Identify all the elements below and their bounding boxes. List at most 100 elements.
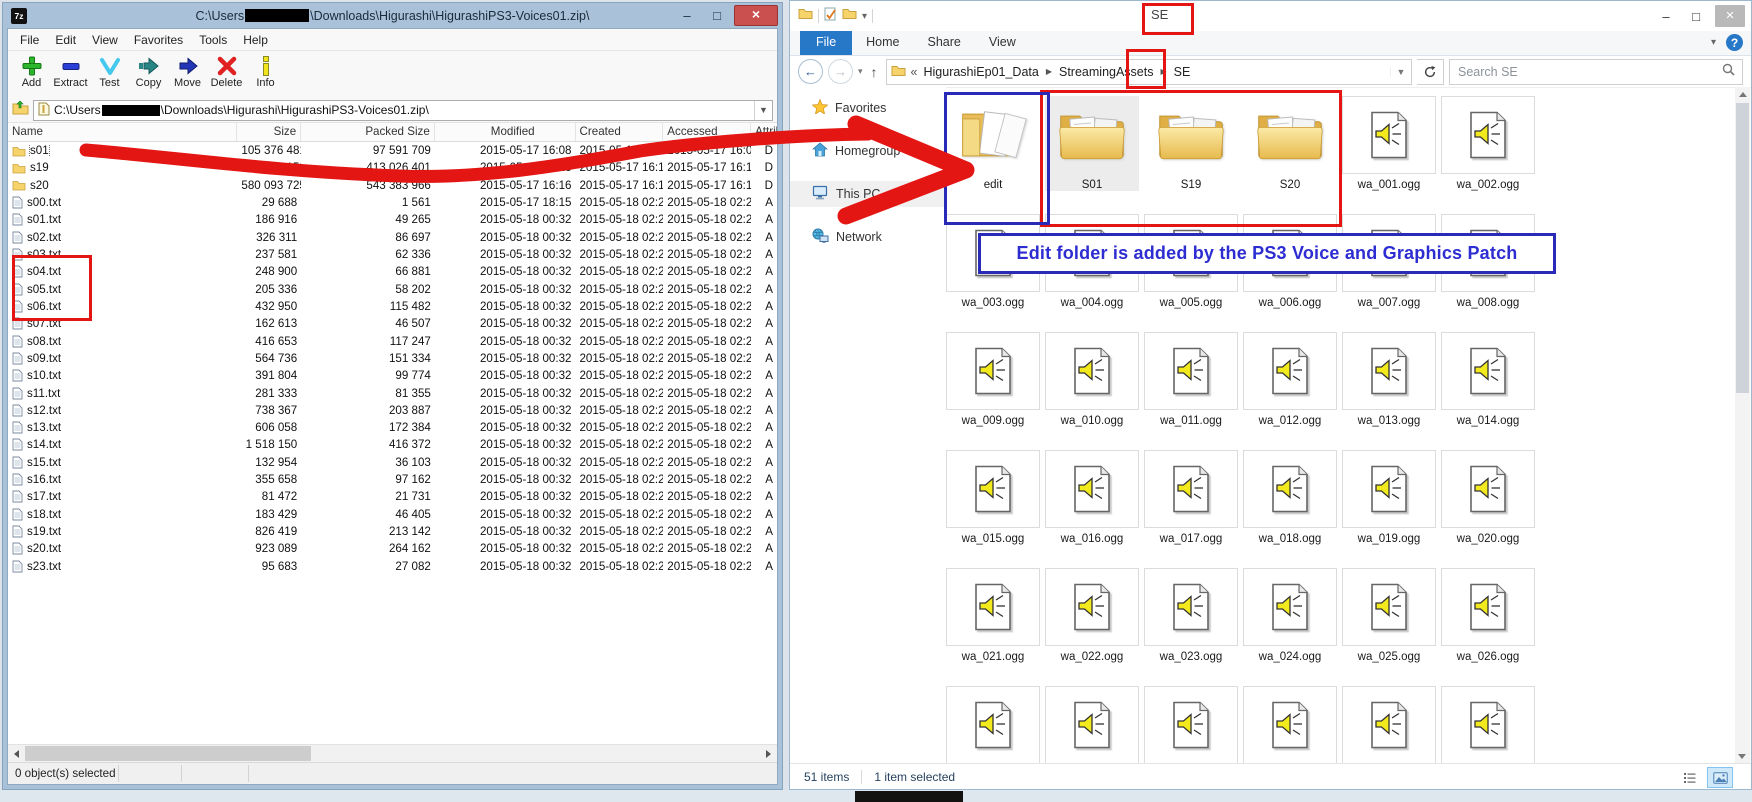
file-tile-wa_018.ogg[interactable]: wa_018.ogg xyxy=(1243,450,1337,545)
address-dropdown-icon[interactable]: ▼ xyxy=(1390,67,1411,77)
file-tile-wa_009.ogg[interactable]: wa_009.ogg xyxy=(946,332,1040,427)
tab-view[interactable]: View xyxy=(975,31,1030,55)
address-dropdown-icon[interactable]: ▼ xyxy=(754,101,772,120)
breadcrumb-higurashiep01-data[interactable]: HigurashiEp01_Data xyxy=(923,65,1038,79)
7zip-address-combobox[interactable]: C:\Users\Downloads\Higurashi\HigurashiPS… xyxy=(33,100,773,121)
archive-row-s19[interactable]: s19418 283 150413 026 4012015-05-17 16:1… xyxy=(8,159,777,176)
archive-row-s08.txt[interactable]: s08.txt416 653117 2472015-05-18 00:32201… xyxy=(8,332,777,349)
file-tile-wa_002.ogg[interactable]: wa_002.ogg xyxy=(1441,96,1535,191)
file-tile-wa_011.ogg[interactable]: wa_011.ogg xyxy=(1144,332,1238,427)
archive-row-s10.txt[interactable]: s10.txt391 80499 7742015-05-18 00:322015… xyxy=(8,367,777,384)
forward-button[interactable]: → xyxy=(828,59,853,84)
menu-help[interactable]: Help xyxy=(235,31,276,49)
file-tile-wa_019.ogg[interactable]: wa_019.ogg xyxy=(1342,450,1436,545)
archive-row-s01.txt[interactable]: s01.txt186 91649 2652015-05-18 00:322015… xyxy=(8,211,777,228)
scrollbar-thumb[interactable] xyxy=(1736,103,1749,393)
explorer-vertical-scrollbar[interactable] xyxy=(1735,87,1750,764)
new-folder-icon[interactable] xyxy=(842,7,857,25)
archive-row-s19.txt[interactable]: s19.txt826 419213 1422015-05-18 00:32201… xyxy=(8,523,777,540)
file-tile-wa_001.ogg[interactable]: wa_001.ogg xyxy=(1342,96,1436,191)
7zip-minimize-button[interactable]: – xyxy=(674,7,700,25)
tab-share[interactable]: Share xyxy=(914,31,975,55)
chevron-down-icon[interactable]: ▾ xyxy=(862,11,867,22)
sidebar-item-homegroup[interactable]: Homegroup xyxy=(790,138,946,164)
scroll-right-icon[interactable] xyxy=(760,745,777,762)
7zip-close-button[interactable]: × xyxy=(734,5,778,26)
archive-row-s02.txt[interactable]: s02.txt326 31186 6972015-05-18 00:322015… xyxy=(8,229,777,246)
archive-row-s16.txt[interactable]: s16.txt355 65897 1622015-05-18 00:322015… xyxy=(8,471,777,488)
folder-tile-S19[interactable]: S19 xyxy=(1144,96,1238,191)
tab-home[interactable]: Home xyxy=(852,31,913,55)
thumbnail-view-button[interactable] xyxy=(1707,767,1733,788)
file-tile[interactable] xyxy=(1342,686,1436,764)
file-tile-wa_016.ogg[interactable]: wa_016.ogg xyxy=(1045,450,1139,545)
column-header-name[interactable]: Name xyxy=(8,123,237,141)
sidebar-item-favorites[interactable]: Favorites xyxy=(790,95,946,121)
archive-row-s06.txt[interactable]: s06.txt432 950115 4822015-05-18 00:32201… xyxy=(8,298,777,315)
refresh-button[interactable] xyxy=(1417,59,1444,85)
scroll-left-icon[interactable] xyxy=(8,745,25,762)
details-view-button[interactable] xyxy=(1677,767,1703,788)
folder-tile-S20[interactable]: S20 xyxy=(1243,96,1337,191)
properties-icon[interactable] xyxy=(824,7,837,26)
move-button[interactable]: Move xyxy=(168,53,207,89)
scrollbar-thumb[interactable] xyxy=(25,746,311,761)
column-header-size[interactable]: Size xyxy=(237,123,301,141)
menu-file[interactable]: File xyxy=(12,31,47,49)
explorer-maximize-button[interactable]: □ xyxy=(1685,9,1707,24)
file-tile-wa_017.ogg[interactable]: wa_017.ogg xyxy=(1144,450,1238,545)
column-header-packed-size[interactable]: Packed Size xyxy=(301,123,435,141)
breadcrumb-se[interactable]: SE xyxy=(1174,65,1191,79)
archive-row-s17.txt[interactable]: s17.txt81 47221 7312015-05-18 00:322015-… xyxy=(8,488,777,505)
file-tile-wa_013.ogg[interactable]: wa_013.ogg xyxy=(1342,332,1436,427)
file-tile-wa_021.ogg[interactable]: wa_021.ogg xyxy=(946,568,1040,663)
file-tile-wa_023.ogg[interactable]: wa_023.ogg xyxy=(1144,568,1238,663)
file-tile-wa_022.ogg[interactable]: wa_022.ogg xyxy=(1045,568,1139,663)
help-icon[interactable]: ? xyxy=(1726,34,1743,51)
archive-row-s20.txt[interactable]: s20.txt923 089264 1622015-05-18 00:32201… xyxy=(8,540,777,557)
extract-button[interactable]: Extract xyxy=(51,53,90,89)
archive-row-s00.txt[interactable]: s00.txt29 6881 5612015-05-17 18:152015-0… xyxy=(8,194,777,211)
explorer-titlebar[interactable]: ▾ SE – □ × xyxy=(790,1,1751,31)
file-tile-wa_010.ogg[interactable]: wa_010.ogg xyxy=(1045,332,1139,427)
delete-button[interactable]: Delete xyxy=(207,53,246,89)
column-header-modified[interactable]: Modified xyxy=(435,123,576,141)
folder-tile-edit[interactable]: edit xyxy=(946,96,1040,191)
breadcrumb-streamingassets[interactable]: StreamingAssets xyxy=(1059,65,1153,79)
archive-row-s14.txt[interactable]: s14.txt1 518 150416 3722015-05-18 00:322… xyxy=(8,436,777,453)
file-tile-wa_020.ogg[interactable]: wa_020.ogg xyxy=(1441,450,1535,545)
test-button[interactable]: Test xyxy=(90,53,129,89)
sidebar-item-network[interactable]: Network xyxy=(790,224,946,250)
ribbon-expand-icon[interactable]: ▾ xyxy=(1711,37,1716,48)
archive-row-s07.txt[interactable]: s07.txt162 61346 5072015-05-18 00:322015… xyxy=(8,315,777,332)
back-button[interactable]: ← xyxy=(798,59,823,84)
folder-tile-S01[interactable]: S01 xyxy=(1045,96,1139,191)
archive-row-s03.txt[interactable]: s03.txt237 58162 3362015-05-18 00:322015… xyxy=(8,246,777,263)
file-tile[interactable] xyxy=(1243,686,1337,764)
archive-row-s13.txt[interactable]: s13.txt606 058172 3842015-05-18 00:32201… xyxy=(8,419,777,436)
7zip-titlebar[interactable]: 7z C:\Users\Downloads\Higurashi\Higurash… xyxy=(7,3,778,28)
archive-row-s01[interactable]: s01105 376 48197 591 7092015-05-17 16:08… xyxy=(8,142,777,159)
archive-row-s09.txt[interactable]: s09.txt564 736151 3342015-05-18 00:32201… xyxy=(8,350,777,367)
sidebar-item-this-pc[interactable]: This PC xyxy=(790,181,946,207)
copy-button[interactable]: Copy xyxy=(129,53,168,89)
tab-file[interactable]: File xyxy=(800,31,852,55)
archive-row-s18.txt[interactable]: s18.txt183 42946 4052015-05-18 00:322015… xyxy=(8,506,777,523)
root-folder-icon[interactable] xyxy=(12,100,29,120)
archive-row-s20[interactable]: s20580 093 725543 383 9662015-05-17 16:1… xyxy=(8,177,777,194)
file-tile-wa_025.ogg[interactable]: wa_025.ogg xyxy=(1342,568,1436,663)
column-header-attributes[interactable]: Attributes xyxy=(751,123,777,141)
explorer-close-button[interactable]: × xyxy=(1715,5,1745,27)
menu-tools[interactable]: Tools xyxy=(191,31,235,49)
search-icon[interactable] xyxy=(1715,63,1742,81)
archive-row-s23.txt[interactable]: s23.txt95 68327 0822015-05-18 00:322015-… xyxy=(8,558,777,575)
search-box[interactable] xyxy=(1449,59,1743,85)
file-tile-wa_026.ogg[interactable]: wa_026.ogg xyxy=(1441,568,1535,663)
scroll-down-icon[interactable] xyxy=(1738,754,1746,759)
file-tile-wa_012.ogg[interactable]: wa_012.ogg xyxy=(1243,332,1337,427)
menu-edit[interactable]: Edit xyxy=(47,31,84,49)
search-input[interactable] xyxy=(1450,65,1715,79)
7zip-maximize-button[interactable]: □ xyxy=(704,7,730,25)
7zip-horizontal-scrollbar[interactable] xyxy=(8,744,777,762)
archive-row-s04.txt[interactable]: s04.txt248 90066 8812015-05-18 00:322015… xyxy=(8,263,777,280)
